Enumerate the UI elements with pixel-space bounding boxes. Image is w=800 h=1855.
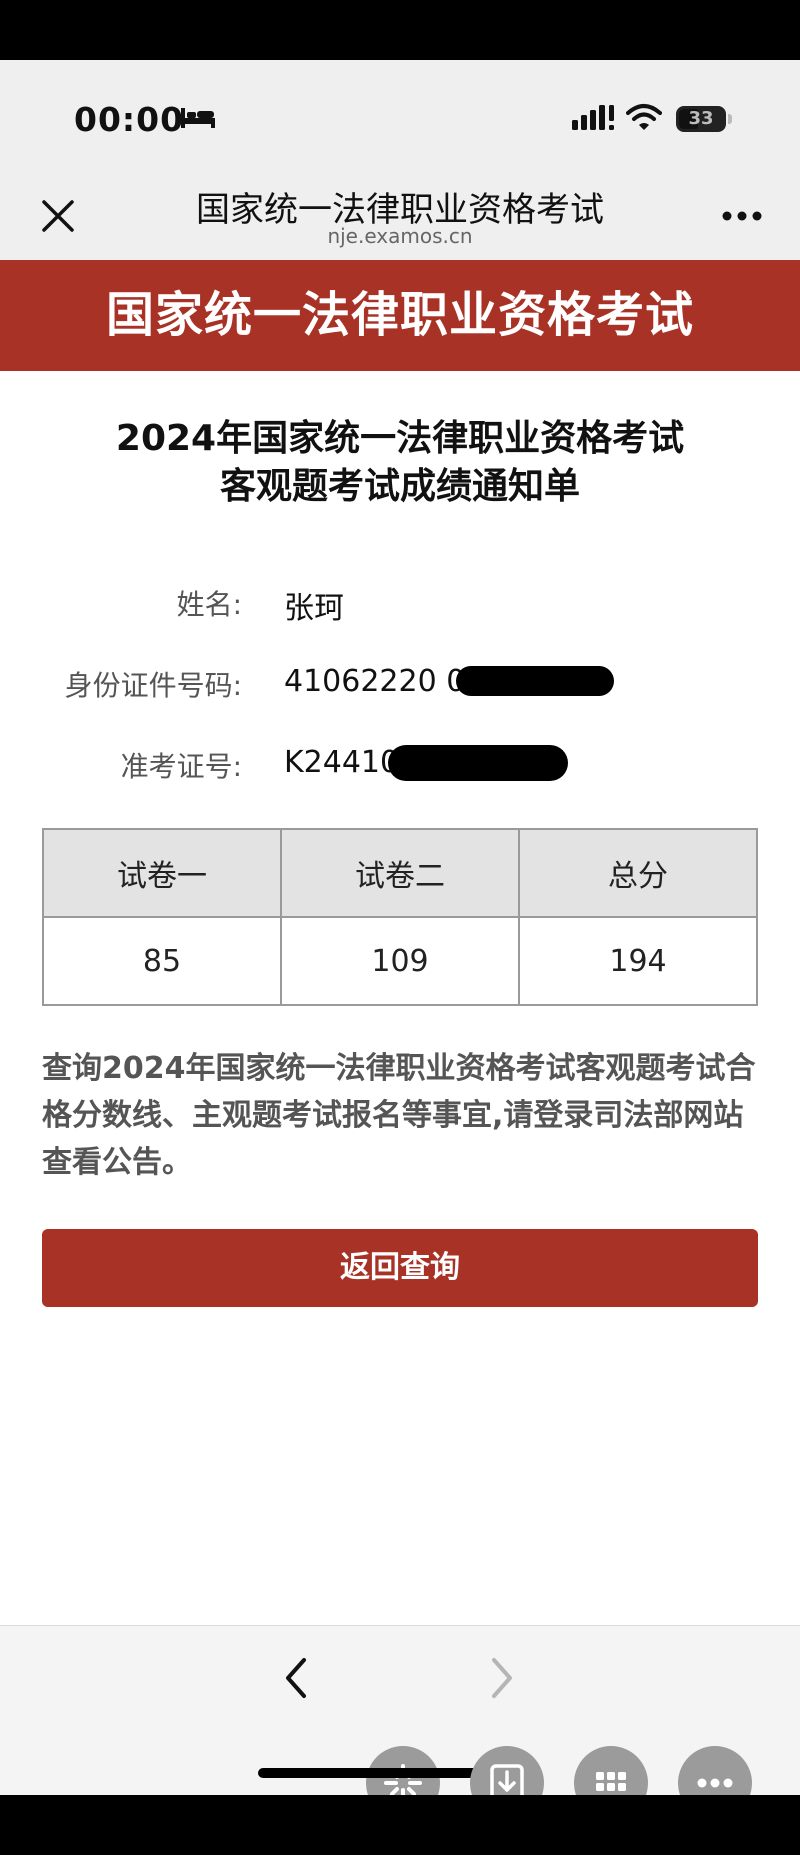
heading-line-2: 客观题考试成绩通知单 xyxy=(219,466,580,507)
table-cell: 109 xyxy=(280,916,520,1006)
back-arrow-icon[interactable] xyxy=(282,1656,312,1700)
banner-title: 国家统一法律职业资格考试 xyxy=(105,287,694,343)
field-label: 姓名: xyxy=(176,588,242,621)
field-value: 张珂 xyxy=(284,591,344,626)
notice-text: 查询2024年国家统一法律职业资格考试客观题考试合格分数线、主观题考试报名等事宜… xyxy=(42,1051,756,1180)
back-to-query-button[interactable]: 返回查询 xyxy=(42,1229,758,1307)
field-id-number: 身份证件号码: 41062220 0 xyxy=(0,664,800,704)
status-time: 00:00 xyxy=(74,100,185,139)
bottom-screen-edge xyxy=(0,1795,800,1855)
forward-arrow-icon[interactable] xyxy=(486,1656,516,1700)
field-admission-number: 准考证号: K24410 xyxy=(0,745,800,785)
page-content: 2024年国家统一法律职业资格考试 客观题考试成绩通知单 姓名: 张珂 身份证件… xyxy=(0,371,800,1625)
page-heading: 2024年国家统一法律职业资格考试 客观题考试成绩通知单 xyxy=(0,415,800,511)
table-cell: 85 xyxy=(42,916,282,1006)
field-value: 41062220 0 xyxy=(284,664,466,699)
battery-level: 33 xyxy=(688,108,714,129)
table-cell: 194 xyxy=(518,916,758,1006)
site-banner: 国家统一法律职业资格考试 xyxy=(0,260,800,371)
table-row: 85 109 194 xyxy=(42,916,758,1006)
browser-url: nje.examos.cn xyxy=(327,224,473,248)
table-header: 试卷一 xyxy=(42,828,282,918)
score-table: 试卷一 试卷二 总分 85 109 194 xyxy=(42,828,758,1006)
table-header: 总分 xyxy=(518,828,758,918)
battery-icon: 33 xyxy=(676,106,732,132)
field-value: K24410 xyxy=(284,745,400,780)
table-header-row: 试卷一 试卷二 总分 xyxy=(42,828,758,918)
redaction-mark xyxy=(388,745,568,781)
table-header: 试卷二 xyxy=(280,828,520,918)
field-label: 身份证件号码: xyxy=(64,669,242,702)
browser-nav-bar: 国家统一法律职业资格考试 nje.examos.cn xyxy=(0,182,800,260)
redaction-mark xyxy=(456,666,614,696)
field-name: 姓名: 张珂 xyxy=(0,583,800,626)
bed-icon xyxy=(181,108,215,128)
signal-icon xyxy=(572,105,614,130)
more-icon[interactable] xyxy=(722,210,762,222)
wifi-icon xyxy=(626,104,662,130)
browser-bottom-bar xyxy=(0,1625,800,1820)
field-label: 准考证号: xyxy=(120,750,242,783)
top-screen-edge xyxy=(0,0,800,60)
status-bar: 00:00 33 xyxy=(0,60,800,182)
heading-line-1: 2024年国家统一法律职业资格考试 xyxy=(115,418,685,459)
